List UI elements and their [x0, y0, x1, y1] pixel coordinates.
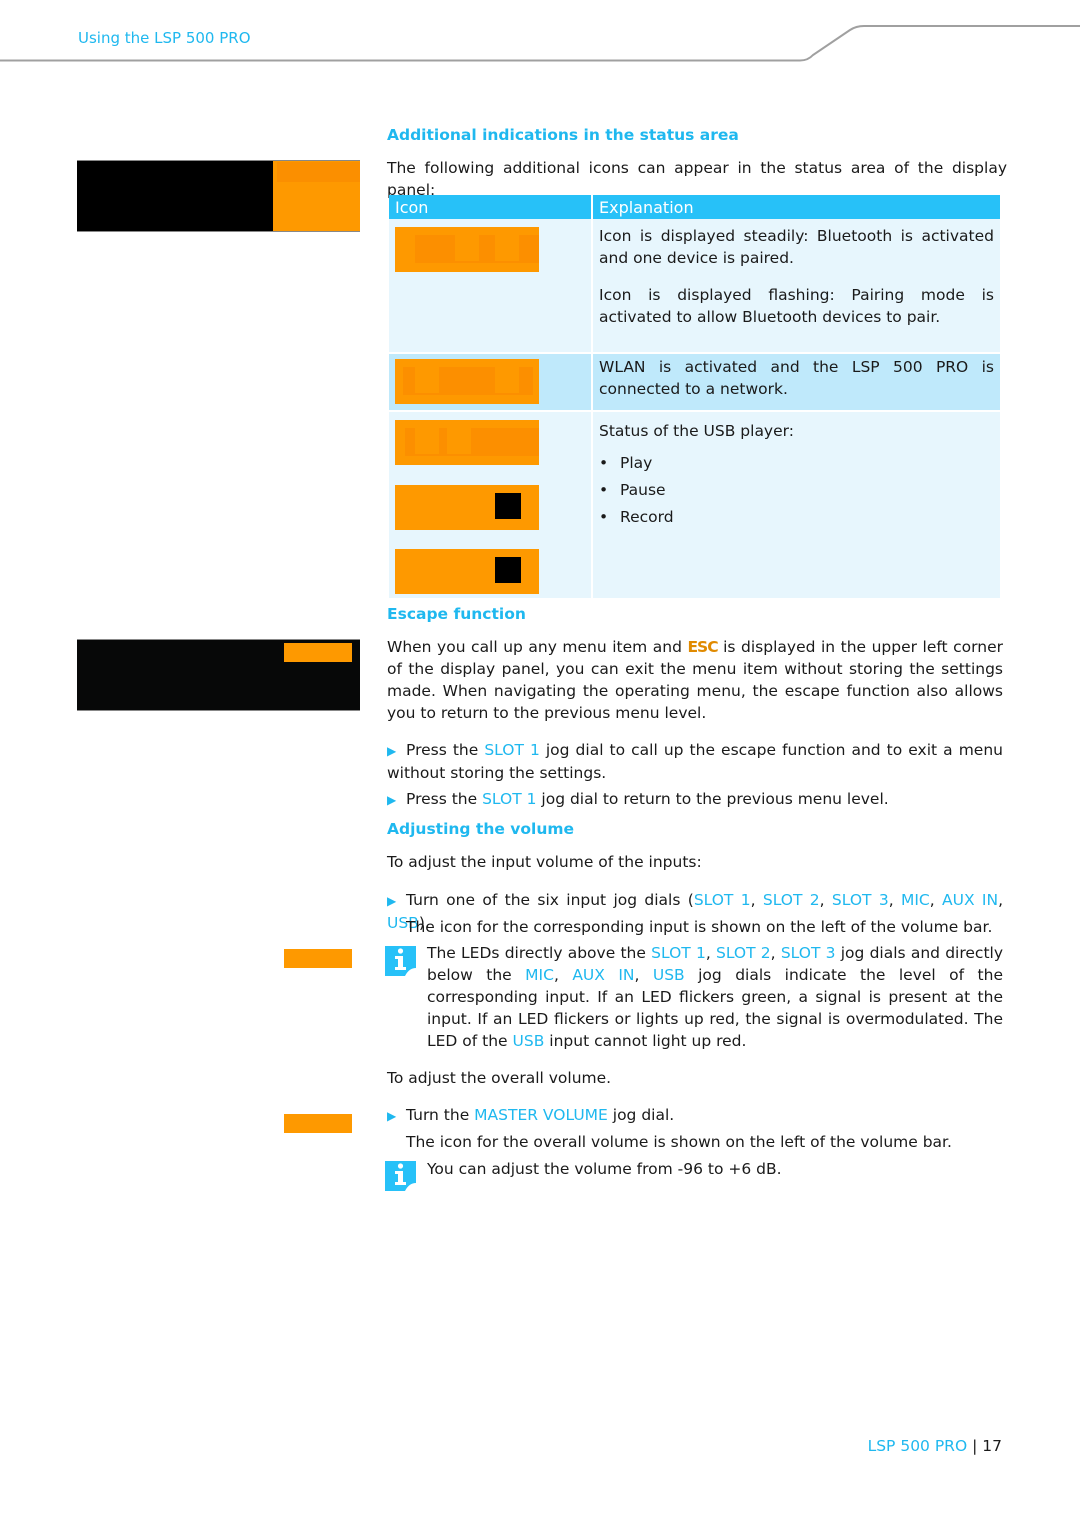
table-header-explanation: Explanation	[593, 195, 1000, 219]
usb-pause-icon	[395, 485, 539, 530]
control-label: AUX IN	[942, 891, 999, 909]
table-header-icon: Icon	[389, 195, 591, 219]
section-heading-volume: Adjusting the volume	[387, 820, 575, 838]
page-footer: LSP 500 PRO | 17	[868, 1437, 1002, 1455]
control-label: AUX IN	[572, 966, 635, 984]
volume-intro-overall: To adjust the overall volume.	[387, 1069, 612, 1087]
text: jog dial to return to the previous menu …	[536, 790, 889, 808]
usb-record-icon	[395, 549, 539, 594]
control-label: SLOT 1	[482, 790, 537, 808]
control-label: MIC	[900, 891, 930, 909]
input-volume-bar-illustration	[284, 949, 352, 968]
control-label: SLOT 2	[715, 944, 771, 962]
control-label: MIC	[525, 966, 554, 984]
esc-label: ESC	[687, 638, 718, 656]
control-label: MASTER VOLUME	[474, 1106, 608, 1124]
control-label: SLOT 3	[780, 944, 836, 962]
master-volume-bar-illustration	[284, 1114, 352, 1133]
section-heading-escape: Escape function	[387, 605, 526, 623]
instruction-step: ▶ Turn the MASTER VOLUME jog dial.	[387, 1104, 1003, 1127]
explanation-text: Status of the USB player:	[599, 422, 794, 440]
usb-play-icon	[395, 420, 539, 465]
text: When you call up any menu item and	[387, 638, 688, 656]
control-label: USB	[512, 1032, 545, 1050]
text: The LEDs directly above the	[427, 944, 652, 962]
footer-product: LSP 500 PRO	[867, 1437, 968, 1455]
control-label: SLOT 1	[693, 891, 751, 909]
control-label: SLOT 3	[831, 891, 889, 909]
text: Press the	[406, 741, 485, 759]
text: Turn the	[406, 1106, 475, 1124]
control-label: SLOT 1	[651, 944, 706, 962]
note-volume-range: You can adjust the volume from -96 to +6…	[427, 1160, 782, 1178]
table-row: WLAN is activated and the LSP 500 PRO is…	[389, 352, 1000, 410]
explanation-text: WLAN is activated and the LSP 500 PRO is…	[599, 358, 994, 398]
status-area-highlight-top	[277, 162, 360, 182]
text: Press the	[406, 790, 483, 808]
list-item: Record	[599, 504, 994, 531]
text: input cannot light up red.	[544, 1032, 747, 1050]
page-number: 17	[982, 1437, 1002, 1455]
footer-separator: |	[972, 1437, 978, 1455]
result-text: The icon for the overall volume is shown…	[406, 1133, 952, 1151]
info-note-icon	[385, 946, 416, 976]
control-label: SLOT 1	[484, 741, 540, 759]
table-row: Status of the USB player: Play Pause Rec…	[389, 410, 1000, 598]
wlan-status-icon	[395, 359, 539, 404]
display-status-area-illustration	[77, 160, 360, 232]
result-text: The icon for the corresponding input is …	[406, 918, 993, 936]
step-arrow-icon: ▶	[387, 1109, 397, 1123]
text: Turn one of the six input jog dials (	[406, 891, 694, 909]
step-arrow-icon: ▶	[387, 744, 397, 758]
volume-intro-inputs: To adjust the input volume of the inputs…	[387, 853, 702, 871]
running-header: Using the LSP 500 PRO	[78, 29, 251, 47]
note-leds: The LEDs directly above the SLOT 1, SLOT…	[427, 944, 1004, 1050]
explanation-text: Icon is displayed flashing: Pairing mode…	[599, 286, 994, 326]
escape-description: When you call up any menu item and ESC i…	[387, 636, 1003, 724]
bluetooth-status-icon	[395, 227, 539, 272]
list-item: Play	[599, 450, 994, 477]
display-escape-illustration	[77, 639, 360, 711]
instruction-step: ▶ Press the SLOT 1 jog dial to call up th…	[387, 739, 1003, 784]
info-note-icon	[385, 1161, 416, 1191]
status-icons-table: Icon Explanation Icon is displayed stead…	[387, 195, 1002, 598]
step-arrow-icon: ▶	[387, 793, 397, 807]
control-label: SLOT 2	[762, 891, 820, 909]
usb-status-list: Play Pause Record	[599, 450, 994, 531]
list-item: Pause	[599, 477, 994, 504]
section-heading-status-area: Additional indications in the status are…	[387, 126, 739, 144]
table-row: Icon is displayed steadily: Bluetooth is…	[389, 219, 1000, 352]
step-arrow-icon: ▶	[387, 894, 397, 908]
explanation-text: Icon is displayed steadily: Bluetooth is…	[599, 227, 994, 267]
control-label: USB	[652, 966, 685, 984]
instruction-step: ▶ Press the SLOT 1 jog dial to return to …	[387, 788, 1003, 811]
text: jog dial.	[607, 1106, 675, 1124]
esc-indicator-highlight	[284, 643, 352, 662]
